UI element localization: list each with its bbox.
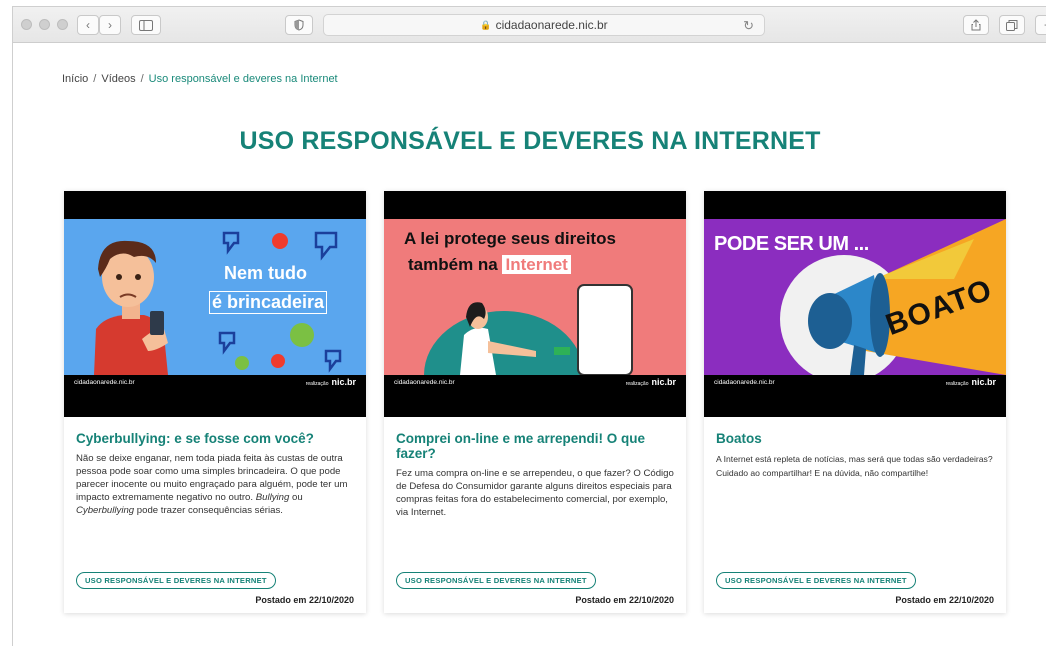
thumbnail-site: cidadaonarede.nic.br xyxy=(714,378,775,386)
thumbnail-artwork: A lei protege seus direitos também na In… xyxy=(384,219,686,375)
browser-toolbar: ‹ › 🔒 cidadaonarede.nic.br ↻ + xyxy=(13,7,1046,43)
video-thumbnail[interactable]: PODE SER UM ... BOATO cidadaonarede.nic.… xyxy=(704,191,1006,417)
thumbnail-headline: Nem tudo xyxy=(224,263,307,283)
thumbnail-footer: cidadaonarede.nic.br realização nic.br xyxy=(384,375,686,389)
card-title[interactable]: Comprei on-line e me arrependi! O que fa… xyxy=(396,431,674,461)
nic-br-logo: nic.br xyxy=(651,377,676,387)
posted-label: Postado em xyxy=(575,595,627,605)
breadcrumb-current: Uso responsável e deveres na Internet xyxy=(148,73,338,85)
thumbnail-subheadline: é brincadeira xyxy=(209,291,328,314)
posted-label: Postado em xyxy=(255,595,307,605)
posted-date: Postado em 22/10/2020 xyxy=(575,595,674,605)
category-tag[interactable]: USO RESPONSÁVEL E DEVERES NA INTERNET xyxy=(76,572,276,589)
zoom-window-icon[interactable] xyxy=(57,19,68,30)
category-tag[interactable]: USO RESPONSÁVEL E DEVERES NA INTERNET xyxy=(396,572,596,589)
share-button[interactable] xyxy=(963,15,989,35)
thumbnail-subheadline-text: também na xyxy=(408,255,498,274)
thumbnail-footer: cidadaonarede.nic.br realização nic.br xyxy=(64,375,366,389)
posted-date-value: 22/10/2020 xyxy=(628,595,674,605)
new-tab-button[interactable]: + xyxy=(1035,15,1046,35)
video-card[interactable]: A lei protege seus direitos também na In… xyxy=(384,191,686,613)
card-description: A Internet está repleta de notícias, mas… xyxy=(716,454,993,478)
breadcrumb-home[interactable]: Início xyxy=(62,73,88,85)
desc-italic: Cyberbullying xyxy=(76,505,135,516)
breadcrumb-separator: / xyxy=(93,73,97,85)
sidebar-button[interactable] xyxy=(131,15,161,35)
address-bar[interactable]: 🔒 cidadaonarede.nic.br ↻ xyxy=(323,14,765,36)
posted-date-value: 22/10/2020 xyxy=(948,595,994,605)
video-thumbnail[interactable]: Nem tudo é brincadeira cidadaonarede.nic… xyxy=(64,191,366,417)
chevron-right-icon: › xyxy=(108,18,112,32)
desc-italic: Bullying xyxy=(255,492,290,503)
video-card[interactable]: PODE SER UM ... BOATO cidadaonarede.nic.… xyxy=(704,191,1006,613)
card-description: Fez uma compra on-line e se arrependeu, … xyxy=(396,468,674,518)
thumbnail-site: cidadaonarede.nic.br xyxy=(394,378,455,386)
video-thumbnail[interactable]: A lei protege seus direitos também na In… xyxy=(384,191,686,417)
card-title[interactable]: Boatos xyxy=(716,431,994,446)
thumbnail-site: cidadaonarede.nic.br xyxy=(74,378,135,386)
lock-icon: 🔒 xyxy=(480,19,492,30)
posted-date: Postado em 22/10/2020 xyxy=(895,595,994,605)
thumbnail-footer: cidadaonarede.nic.br realização nic.br xyxy=(704,375,1006,389)
thumbnail-artwork: Nem tudo é brincadeira xyxy=(64,219,366,375)
thumbnail-credit-label: realização xyxy=(945,381,969,387)
thumbnail-artwork: PODE SER UM ... BOATO xyxy=(704,219,1006,375)
close-window-icon[interactable] xyxy=(21,19,32,30)
nic-br-logo: nic.br xyxy=(331,377,356,387)
thumbnail-credit-label: realização xyxy=(625,381,649,387)
chevron-left-icon: ‹ xyxy=(86,18,90,32)
share-icon xyxy=(971,19,981,31)
thumbnail-headline: PODE SER UM ... xyxy=(714,233,869,255)
card-description: Não se deixe enganar, nem toda piada fei… xyxy=(76,452,354,517)
posted-date-value: 22/10/2020 xyxy=(308,595,354,605)
breadcrumb-separator: / xyxy=(140,73,144,85)
privacy-report-button[interactable] xyxy=(285,15,313,35)
tabs-overview-button[interactable] xyxy=(999,15,1025,35)
thumbnail-headline: A lei protege seus direitos xyxy=(404,229,616,248)
nic-br-logo: nic.br xyxy=(971,377,996,387)
minimize-window-icon[interactable] xyxy=(39,19,50,30)
shield-icon xyxy=(294,19,304,31)
url-text: cidadaonarede.nic.br xyxy=(495,18,608,32)
sidebar-icon xyxy=(139,19,153,31)
forward-button[interactable]: › xyxy=(99,15,121,35)
thumbnail-subheadline: também na Internet xyxy=(408,255,571,275)
posted-date: Postado em 22/10/2020 xyxy=(255,595,354,605)
desc-text: Não se deixe enganar, nem toda piada fei… xyxy=(76,453,348,503)
page-title: USO RESPONSÁVEL E DEVERES NA INTERNET xyxy=(239,127,821,155)
posted-label: Postado em xyxy=(895,595,947,605)
desc-text: pode trazer consequências sérias. xyxy=(134,505,283,516)
video-card[interactable]: Nem tudo é brincadeira cidadaonarede.nic… xyxy=(64,191,366,613)
thumbnail-credit-label: realização xyxy=(305,381,329,387)
category-tag[interactable]: USO RESPONSÁVEL E DEVERES NA INTERNET xyxy=(716,572,916,589)
reload-icon[interactable]: ↻ xyxy=(743,18,754,34)
tabs-icon xyxy=(1006,19,1018,31)
desc-text: ou xyxy=(289,492,303,503)
breadcrumb-videos[interactable]: Vídeos xyxy=(101,73,135,85)
back-button[interactable]: ‹ xyxy=(77,15,99,35)
breadcrumb: Início / Vídeos / Uso responsável e deveres … xyxy=(62,73,338,85)
card-title[interactable]: Cyberbullying: e se fosse com você? xyxy=(76,431,354,446)
thumbnail-subheadline-highlight: Internet xyxy=(502,255,571,274)
browser-window: ‹ › 🔒 cidadaonarede.nic.br ↻ + Início / Ví… xyxy=(12,6,1046,646)
